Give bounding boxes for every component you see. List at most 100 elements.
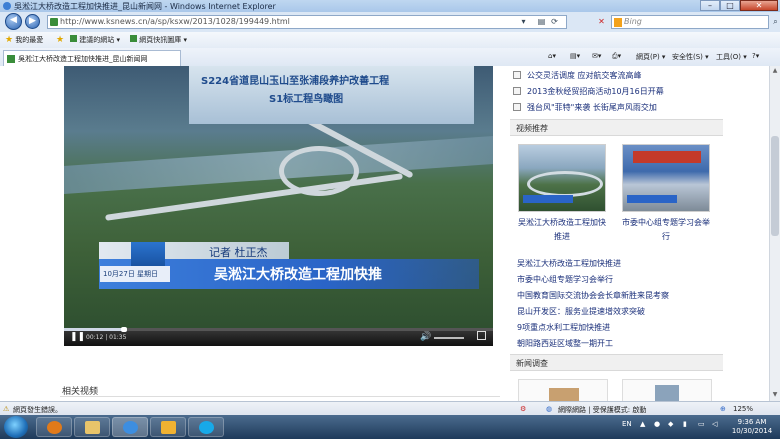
system-clock[interactable]: 9:36 AM 10/30/2014 bbox=[728, 418, 776, 436]
command-bar: 吳淞江大桥改造工程加快推进_昆山新闻网 ⌂▾ ▤▾ ✉▾ ⎙▾ 網頁(P) ▾ … bbox=[0, 48, 780, 67]
page-menu[interactable]: 網頁(P) ▾ bbox=[636, 52, 665, 62]
video-progress-bar[interactable] bbox=[64, 327, 493, 332]
video-scene-interchange bbox=[279, 146, 359, 196]
favbar-item-webslice[interactable]: 網頁快訊圖庫 ▾ bbox=[130, 35, 187, 45]
top-link-2[interactable]: 2013金秋经贸招商活动10月16日开幕 bbox=[527, 86, 664, 97]
clock-date: 10/30/2014 bbox=[731, 427, 773, 435]
stop-icon[interactable]: ✕ bbox=[596, 17, 607, 27]
recommend-link-5[interactable]: 9项重点水利工程加快推进 bbox=[517, 322, 610, 333]
survey-image-1[interactable] bbox=[518, 379, 608, 401]
pause-icon[interactable]: ❚❚ bbox=[70, 332, 85, 342]
status-text[interactable]: 網頁發生錯誤。 bbox=[13, 405, 62, 415]
home-icon[interactable]: ⌂▾ bbox=[548, 52, 556, 60]
safety-menu[interactable]: 安全性(S) ▾ bbox=[672, 52, 709, 62]
tray-battery-icon[interactable]: ▭ bbox=[698, 420, 705, 428]
zoom-level[interactable]: 125% bbox=[733, 405, 753, 413]
tray-volume-icon[interactable]: ◁ bbox=[712, 420, 717, 428]
video-frame: S224省道昆山玉山至张浦段养护改善工程 S1标工程鸟瞰图 记者 杜正杰 吴淞江… bbox=[64, 66, 493, 328]
search-icon[interactable]: ⌕ bbox=[770, 17, 780, 27]
window-title: 吳淞江大桥改造工程加快推进_昆山新闻网 - Windows Internet E… bbox=[14, 2, 276, 11]
favorites-button[interactable]: ★ 我的最愛 bbox=[5, 35, 43, 45]
scrollbar-thumb[interactable] bbox=[771, 136, 779, 236]
checkbox[interactable] bbox=[513, 87, 521, 95]
billboard-line2: S1标工程鸟瞰图 bbox=[269, 94, 344, 105]
survey-image-2[interactable] bbox=[622, 379, 712, 401]
scroll-up-icon[interactable]: ▲ bbox=[771, 67, 779, 75]
checkbox[interactable] bbox=[513, 71, 521, 79]
feeds-icon[interactable]: ▤▾ bbox=[570, 52, 580, 60]
news-survey-header: 新闻调查 bbox=[510, 354, 723, 371]
recommend-link-1[interactable]: 吴淞江大桥改造工程加快推进 bbox=[517, 258, 621, 269]
video-progress-knob[interactable] bbox=[121, 327, 128, 332]
video-progress-fill bbox=[64, 328, 125, 331]
headline-caption: 吴淞江大桥改造工程加快推 bbox=[214, 267, 382, 283]
taskbar-outlook[interactable] bbox=[150, 417, 186, 437]
recommend-link-6[interactable]: 朝阳路西延区域整一期开工 bbox=[517, 338, 613, 349]
addon-icon[interactable]: ⚙ bbox=[520, 405, 526, 413]
video-caption-1[interactable]: 吴淞江大桥改造工程加快 推进 bbox=[512, 216, 612, 244]
billboard-line1: S224省道昆山玉山至张浦段养护改善工程 bbox=[201, 76, 390, 87]
top-link-3[interactable]: 强台风"菲特"来袭 长街尾声风雨交加 bbox=[527, 102, 657, 113]
taskbar-explorer[interactable] bbox=[74, 417, 110, 437]
date-caption: 10月27日 星期日 bbox=[103, 270, 159, 278]
video-caption-2[interactable]: 市委中心组专题学习会举 行 bbox=[615, 216, 717, 244]
recommend-link-4[interactable]: 昆山开发区：服务业提速增效求突破 bbox=[517, 306, 645, 317]
warning-icon[interactable]: ⚠ bbox=[3, 405, 9, 413]
page-favicon-icon bbox=[7, 55, 15, 63]
url-text: http://www.ksnews.cn/a/sp/ksxw/2013/1028… bbox=[60, 17, 290, 26]
top-link-1[interactable]: 公交灵活调度 应对航交客流高峰 bbox=[527, 70, 642, 81]
media-player-icon bbox=[47, 421, 62, 434]
folder-icon bbox=[85, 421, 100, 434]
zoom-icon: ⊕ bbox=[720, 405, 726, 413]
volume-icon[interactable]: 🔊 bbox=[420, 332, 431, 342]
taskbar-internet-explorer[interactable] bbox=[112, 417, 148, 437]
taskbar: EN ▲ ● ◆ ▮ ▭ ◁ 9:36 AM 10/30/2014 bbox=[0, 415, 780, 439]
favbar-item-suggested[interactable]: 建議的網站 ▾ bbox=[70, 35, 120, 45]
checkbox[interactable] bbox=[513, 103, 521, 111]
fullscreen-icon[interactable] bbox=[477, 331, 486, 340]
search-placeholder: Bing bbox=[624, 17, 642, 26]
news-survey-title: 新闻调查 bbox=[516, 359, 548, 368]
tray-app-icon[interactable]: ◆ bbox=[668, 420, 673, 428]
dropdown-icon[interactable]: ▾ bbox=[518, 17, 529, 27]
tools-menu[interactable]: 工具(O) ▾ bbox=[716, 52, 747, 62]
refresh-icon[interactable]: ⟳ bbox=[549, 17, 560, 27]
close-button[interactable]: ✕ bbox=[740, 0, 778, 11]
scroll-down-icon[interactable]: ▼ bbox=[771, 391, 779, 399]
tray-show-hidden-icon[interactable]: ▲ bbox=[640, 420, 645, 428]
status-bar: ⚠ 網頁發生錯誤。 ⚙ ◍ 網際網路 | 受保護模式: 啟動 ⊕ 125% bbox=[0, 401, 780, 416]
vertical-scrollbar[interactable]: ▲ ▼ bbox=[769, 66, 780, 401]
language-indicator[interactable]: EN bbox=[622, 420, 632, 428]
skype-icon bbox=[199, 421, 214, 434]
start-button[interactable] bbox=[4, 416, 28, 438]
reporter-strip: 记者 杜正杰 bbox=[99, 242, 289, 259]
mail-icon[interactable]: ✉▾ bbox=[592, 52, 601, 60]
print-icon[interactable]: ⎙▾ bbox=[612, 52, 621, 61]
globe-icon: ◍ bbox=[546, 405, 553, 413]
minimize-button[interactable]: – bbox=[700, 0, 720, 11]
video-recommend-title: 视频推荐 bbox=[516, 124, 548, 133]
taskbar-skype[interactable] bbox=[188, 417, 224, 437]
add-favorite-icon[interactable]: ★ bbox=[56, 35, 64, 45]
forward-button[interactable]: ▶ bbox=[25, 14, 40, 29]
outlook-icon bbox=[161, 421, 176, 434]
zone-text: 網際網路 | 受保護模式: 啟動 bbox=[558, 406, 647, 414]
ie-icon bbox=[123, 421, 138, 434]
recommend-link-3[interactable]: 中国教育国际交流协会会长章新胜来昆考察 bbox=[517, 290, 669, 301]
recommend-link-2[interactable]: 市委中心组专题学习会举行 bbox=[517, 274, 613, 285]
back-button[interactable]: ◀ bbox=[5, 13, 22, 30]
bing-icon bbox=[614, 18, 622, 27]
video-player[interactable]: S224省道昆山玉山至张浦段养护改善工程 S1标工程鸟瞰图 记者 杜正杰 吴淞江… bbox=[64, 66, 493, 346]
maximize-button[interactable]: □ bbox=[720, 0, 740, 11]
search-field[interactable]: Bing bbox=[611, 15, 769, 29]
tray-network-icon[interactable]: ▮ bbox=[683, 420, 687, 428]
help-menu[interactable]: ?▾ bbox=[752, 52, 759, 60]
address-field[interactable]: http://www.ksnews.cn/a/sp/ksxw/2013/1028… bbox=[47, 15, 567, 29]
volume-slider[interactable] bbox=[434, 337, 464, 339]
compat-view-icon[interactable]: ▤ bbox=[536, 17, 547, 27]
taskbar-media-player[interactable] bbox=[36, 417, 72, 437]
video-thumbnail-1[interactable] bbox=[518, 144, 606, 212]
tab-current[interactable]: 吳淞江大桥改造工程加快推进_昆山新闻网 bbox=[3, 50, 181, 66]
tray-app-icon[interactable]: ● bbox=[654, 420, 660, 428]
video-thumbnail-2[interactable] bbox=[622, 144, 710, 212]
